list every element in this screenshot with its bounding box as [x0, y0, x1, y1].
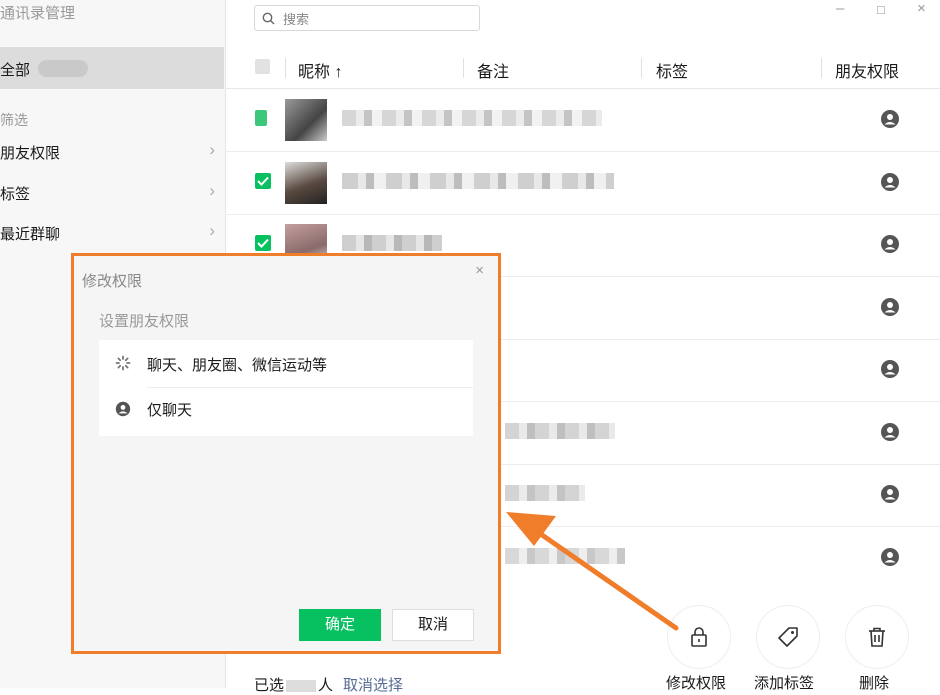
contact-name-blurred: [342, 110, 602, 126]
contact-name-blurred: [342, 173, 614, 189]
table-row[interactable]: [225, 152, 940, 215]
table-row[interactable]: [225, 89, 940, 152]
contact-name-blurred: [505, 423, 615, 439]
modify-permission-dialog: 修改权限 × 设置朋友权限 聊天、朋友圈、微信运动等 仅聊天 确定 取消: [71, 253, 501, 654]
dialog-subtitle: 设置朋友权限: [99, 313, 190, 330]
contact-name-blurred: [505, 485, 585, 501]
permission-option-chat-only[interactable]: 仅聊天: [99, 388, 473, 434]
select-all-checkbox[interactable]: [255, 59, 270, 74]
check-icon: [257, 176, 269, 186]
person-icon: [881, 485, 899, 503]
sidebar-item-all-label: 全部: [0, 62, 31, 79]
sidebar-item-all[interactable]: 全部: [0, 47, 224, 89]
column-divider: [641, 58, 642, 78]
chevron-right-icon: ›: [209, 221, 215, 240]
filter-heading: 筛选: [0, 112, 28, 128]
search-icon: [262, 12, 275, 25]
permission-option-full[interactable]: 聊天、朋友圈、微信运动等: [99, 340, 473, 386]
table-header: 昵称 ↑ 备注 标签 朋友权限: [225, 48, 940, 89]
column-divider: [821, 58, 822, 78]
contact-name-blurred: [505, 548, 625, 564]
delete-button[interactable]: [846, 606, 908, 668]
add-tag-button[interactable]: [757, 606, 819, 668]
permission-option-label: 仅聊天: [147, 402, 193, 419]
contact-name-blurred: [342, 235, 442, 251]
column-header-permission[interactable]: 朋友权限: [835, 58, 899, 82]
person-icon: [881, 423, 899, 441]
minimize-button[interactable]: –: [836, 0, 844, 17]
close-button[interactable]: ×: [917, 0, 926, 17]
person-icon: [115, 401, 131, 417]
loading-spinner-icon: [115, 355, 131, 371]
row-checkbox[interactable]: [255, 235, 271, 251]
selected-count: 已选 人: [254, 674, 333, 695]
row-checkbox[interactable]: [255, 110, 267, 126]
sidebar-item-tags[interactable]: 标签 ›: [0, 181, 215, 205]
chevron-right-icon: ›: [209, 140, 215, 159]
check-icon: [257, 238, 269, 248]
permission-option-list: 聊天、朋友圈、微信运动等 仅聊天: [99, 340, 473, 436]
selected-prefix: 已选: [254, 677, 285, 694]
row-checkbox[interactable]: [255, 173, 271, 189]
column-divider: [285, 58, 286, 78]
dialog-title: 修改权限: [82, 273, 143, 290]
avatar: [285, 162, 327, 204]
column-header-tags[interactable]: 标签: [656, 58, 688, 82]
column-header-remark[interactable]: 备注: [477, 58, 509, 82]
cancel-button[interactable]: 取消: [392, 609, 474, 641]
person-icon: [881, 360, 899, 378]
confirm-button[interactable]: 确定: [299, 609, 381, 641]
selected-suffix: 人: [318, 677, 334, 694]
search-input[interactable]: [281, 9, 475, 29]
person-icon: [881, 235, 899, 253]
search-box[interactable]: [254, 5, 480, 31]
dialog-close-button[interactable]: ×: [475, 262, 484, 279]
sidebar-item-friend-permission[interactable]: 朋友权限 ›: [0, 140, 215, 164]
selected-count-blurred: [286, 680, 317, 693]
add-tag-label: 添加标签: [754, 675, 815, 692]
permission-option-label: 聊天、朋友圈、微信运动等: [147, 357, 328, 374]
person-icon: [881, 173, 899, 191]
sidebar-item-label: 最近群聊: [0, 226, 61, 243]
modify-permission-button[interactable]: [668, 606, 730, 668]
modify-permission-label: 修改权限: [666, 675, 727, 692]
person-icon: [881, 110, 899, 128]
avatar: [285, 99, 327, 141]
tag-icon: [778, 627, 798, 647]
sidebar-item-label: 朋友权限: [0, 145, 61, 162]
delete-label: 删除: [859, 675, 890, 692]
sidebar-item-recent-groups[interactable]: 最近群聊 ›: [0, 221, 215, 245]
person-icon: [881, 548, 899, 566]
trash-icon: [869, 627, 885, 647]
sidebar-item-label: 标签: [0, 186, 31, 203]
cancel-selection-link[interactable]: 取消选择: [343, 674, 403, 695]
sidebar-title: 通讯录管理: [0, 5, 76, 22]
lock-icon: [691, 627, 707, 647]
contact-count-badge: [38, 60, 88, 77]
column-header-nickname[interactable]: 昵称 ↑: [298, 58, 342, 82]
column-divider: [463, 58, 464, 78]
chevron-right-icon: ›: [209, 181, 215, 200]
maximize-button[interactable]: □: [877, 2, 885, 17]
person-icon: [881, 298, 899, 316]
